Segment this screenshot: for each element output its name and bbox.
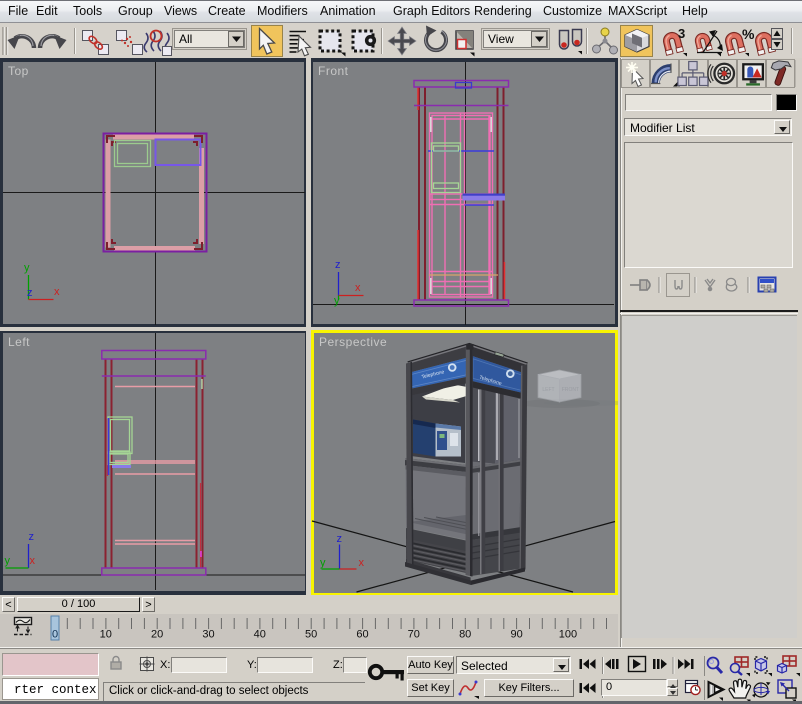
- svg-text:80: 80: [459, 629, 471, 641]
- svg-text:3: 3: [678, 26, 685, 41]
- svg-text:LEFT: LEFT: [542, 387, 554, 393]
- svg-text:View: View: [488, 32, 514, 46]
- svg-text:x: x: [54, 286, 60, 298]
- svg-text:y: y: [320, 557, 326, 569]
- svg-text:z: z: [335, 259, 341, 271]
- svg-text:z: z: [29, 531, 35, 543]
- svg-text:40: 40: [254, 629, 266, 641]
- svg-text:60: 60: [356, 629, 368, 641]
- svg-text:%: %: [742, 26, 755, 42]
- svg-text:FRONT: FRONT: [562, 387, 579, 393]
- svg-text:100: 100: [559, 629, 577, 641]
- svg-text:70: 70: [408, 629, 420, 641]
- svg-text:x: x: [355, 282, 361, 294]
- svg-text:50: 50: [305, 629, 317, 641]
- svg-text:y: y: [5, 555, 11, 567]
- svg-text:y: y: [334, 295, 340, 307]
- svg-text:x: x: [359, 557, 365, 569]
- svg-text:30: 30: [202, 629, 214, 641]
- svg-text:10: 10: [100, 629, 112, 641]
- svg-text:0: 0: [52, 629, 58, 641]
- svg-text:z: z: [337, 533, 343, 545]
- svg-text:z: z: [27, 287, 33, 299]
- svg-text:20: 20: [151, 629, 163, 641]
- svg-text:y: y: [24, 262, 30, 274]
- svg-text:x: x: [30, 555, 36, 567]
- svg-text:90: 90: [510, 629, 522, 641]
- svg-text:All: All: [179, 32, 192, 46]
